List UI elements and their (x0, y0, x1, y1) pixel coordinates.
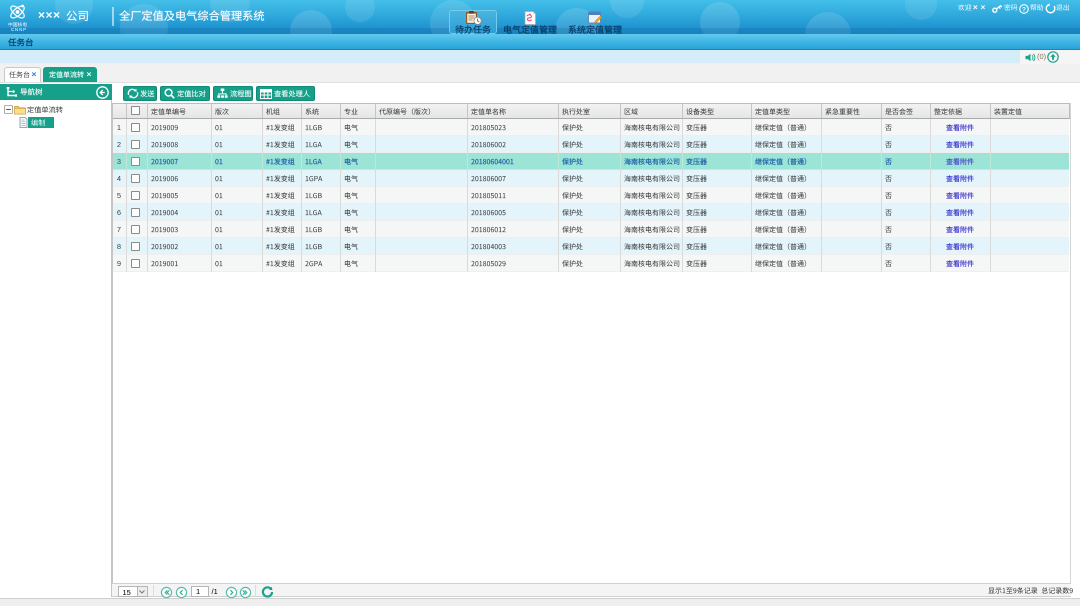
svg-text:?: ? (1022, 6, 1026, 13)
